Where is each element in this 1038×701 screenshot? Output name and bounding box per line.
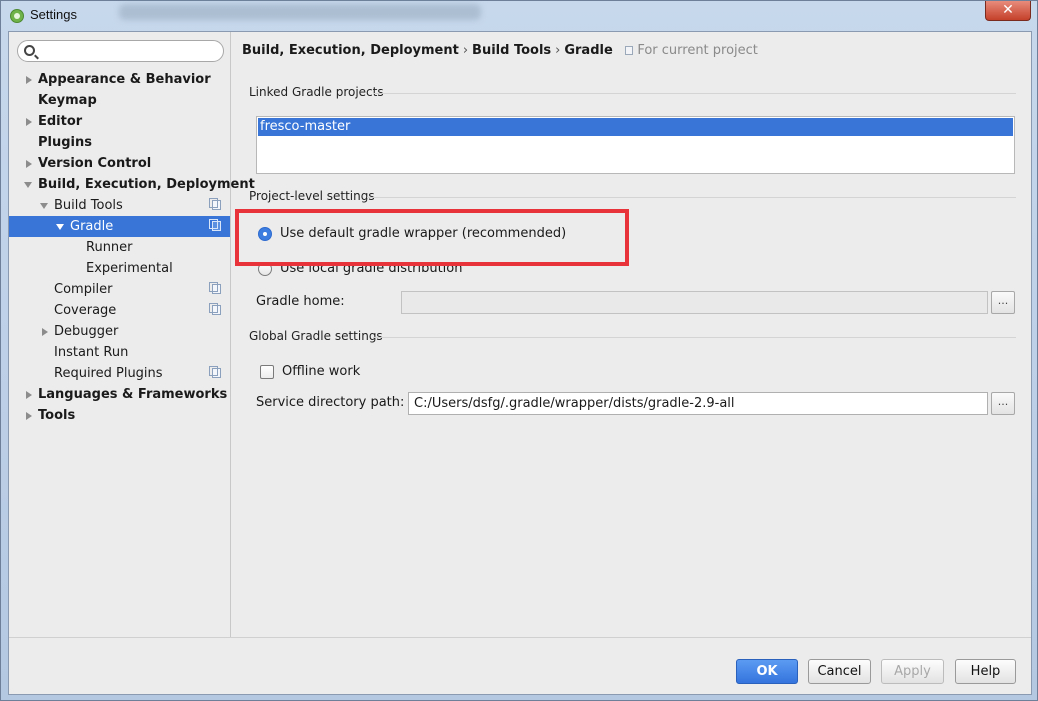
sidebar-item-required-plugins[interactable]: Required Plugins bbox=[9, 363, 230, 384]
gradle-home-label: Gradle home: bbox=[256, 294, 345, 309]
dialog-button-bar: OK Cancel Apply Help bbox=[9, 637, 1031, 694]
sidebar-item-tools[interactable]: Tools bbox=[9, 405, 230, 426]
expand-arrow-icon[interactable] bbox=[26, 412, 32, 420]
expand-arrow-icon[interactable] bbox=[42, 328, 48, 336]
project-scope-icon bbox=[209, 219, 221, 231]
section-divider bbox=[373, 93, 1016, 94]
settings-sidebar: Appearance & Behavior Keymap Editor Plug… bbox=[9, 32, 255, 637]
sidebar-item-label: Debugger bbox=[54, 324, 119, 339]
sidebar-item-label: Runner bbox=[86, 240, 133, 255]
sidebar-item-label: Compiler bbox=[54, 282, 113, 297]
section-divider bbox=[367, 197, 1016, 198]
linked-projects-list[interactable]: fresco-master bbox=[256, 116, 1015, 174]
gradle-home-field[interactable] bbox=[401, 291, 988, 314]
sidebar-item-instant-run[interactable]: Instant Run bbox=[9, 342, 230, 363]
android-studio-icon bbox=[10, 9, 24, 23]
scope-note-text: For current project bbox=[637, 43, 758, 58]
search-box[interactable] bbox=[17, 40, 224, 62]
sidebar-item-label: Languages & Frameworks bbox=[38, 387, 228, 402]
breadcrumb-separator: › bbox=[555, 43, 561, 58]
sidebar-item-coverage[interactable]: Coverage bbox=[9, 300, 230, 321]
sidebar-item-compiler[interactable]: Compiler bbox=[9, 279, 230, 300]
sidebar-item-runner[interactable]: Runner bbox=[9, 237, 230, 258]
sidebar-item-appearance-behavior[interactable]: Appearance & Behavior bbox=[9, 69, 230, 90]
section-divider bbox=[373, 337, 1016, 338]
service-dir-browse-button[interactable]: ... bbox=[991, 392, 1015, 415]
checkbox-label: Offline work bbox=[282, 364, 361, 379]
search-input[interactable] bbox=[40, 43, 218, 59]
settings-window: Settings ✕ Appearance & Behavior Keymap … bbox=[0, 0, 1038, 701]
highlight-annotation bbox=[235, 209, 629, 266]
project-scope-icon bbox=[209, 366, 221, 378]
service-dir-field[interactable]: C:/Users/dsfg/.gradle/wrapper/dists/grad… bbox=[408, 392, 988, 415]
sidebar-item-build-tools[interactable]: Build Tools bbox=[9, 195, 230, 216]
sidebar-item-label: Tools bbox=[38, 408, 76, 423]
sidebar-item-keymap[interactable]: Keymap bbox=[9, 90, 230, 111]
settings-content: Build, Execution, Deployment › Build Tools… bbox=[232, 32, 1032, 637]
global-settings-title: Global Gradle settings bbox=[249, 329, 383, 343]
sidebar-item-label: Required Plugins bbox=[54, 366, 163, 381]
sidebar-item-label: Plugins bbox=[38, 135, 92, 150]
help-button[interactable]: Help bbox=[955, 659, 1016, 684]
sidebar-item-editor[interactable]: Editor bbox=[9, 111, 230, 132]
linked-projects-title: Linked Gradle projects bbox=[249, 85, 384, 99]
search-icon bbox=[24, 45, 35, 56]
offline-work-checkbox[interactable] bbox=[260, 365, 274, 379]
sidebar-item-label: Build, Execution, Deployment bbox=[38, 177, 255, 192]
breadcrumb: Build, Execution, Deployment › Build Tools… bbox=[242, 43, 758, 58]
sidebar-item-debugger[interactable]: Debugger bbox=[9, 321, 230, 342]
sidebar-item-label: Keymap bbox=[38, 93, 97, 108]
sidebar-item-gradle[interactable]: Gradle bbox=[9, 216, 230, 237]
expand-arrow-icon[interactable] bbox=[26, 391, 32, 399]
project-scope-icon bbox=[209, 303, 221, 315]
list-item[interactable]: fresco-master bbox=[258, 118, 1013, 136]
title-bar[interactable]: Settings ✕ bbox=[1, 1, 1037, 31]
sidebar-item-label: Coverage bbox=[54, 303, 117, 318]
expand-arrow-icon[interactable] bbox=[26, 160, 32, 168]
sidebar-item-languages-frameworks[interactable]: Languages & Frameworks bbox=[9, 384, 230, 405]
scope-note: For current project bbox=[625, 43, 758, 58]
sidebar-item-build-execution-deployment[interactable]: Build, Execution, Deployment bbox=[9, 174, 255, 195]
cancel-button[interactable]: Cancel bbox=[808, 659, 871, 684]
project-scope-icon bbox=[209, 282, 221, 294]
expand-arrow-icon[interactable] bbox=[26, 118, 32, 126]
ok-button[interactable]: OK bbox=[736, 659, 798, 684]
close-button[interactable]: ✕ bbox=[985, 1, 1031, 21]
window-title: Settings bbox=[30, 7, 77, 22]
collapse-arrow-icon[interactable] bbox=[24, 182, 32, 188]
project-scope-icon bbox=[625, 46, 634, 55]
breadcrumb-item: Gradle bbox=[564, 43, 613, 58]
project-scope-icon bbox=[209, 198, 221, 210]
collapse-arrow-icon[interactable] bbox=[40, 203, 48, 209]
sidebar-item-plugins[interactable]: Plugins bbox=[9, 132, 230, 153]
sidebar-item-label: Editor bbox=[38, 114, 83, 129]
gradle-home-browse-button[interactable]: ... bbox=[991, 291, 1015, 314]
project-settings-title: Project-level settings bbox=[249, 189, 375, 203]
sidebar-item-label: Instant Run bbox=[54, 345, 129, 360]
sidebar-item-label: Experimental bbox=[86, 261, 173, 276]
collapse-arrow-icon[interactable] bbox=[56, 224, 64, 230]
sidebar-item-experimental[interactable]: Experimental bbox=[9, 258, 230, 279]
breadcrumb-item: Build, Execution, Deployment bbox=[242, 43, 459, 58]
apply-button[interactable]: Apply bbox=[881, 659, 944, 684]
sidebar-item-label: Gradle bbox=[70, 219, 114, 234]
sidebar-item-label: Appearance & Behavior bbox=[38, 72, 211, 87]
service-dir-label: Service directory path: bbox=[256, 395, 405, 410]
expand-arrow-icon[interactable] bbox=[26, 76, 32, 84]
sidebar-item-label: Build Tools bbox=[54, 198, 123, 213]
dialog-body: Appearance & Behavior Keymap Editor Plug… bbox=[8, 31, 1032, 695]
blurred-title-region bbox=[119, 4, 481, 20]
sidebar-item-label: Version Control bbox=[38, 156, 152, 171]
breadcrumb-item: Build Tools bbox=[472, 43, 552, 58]
sidebar-item-version-control[interactable]: Version Control bbox=[9, 153, 230, 174]
breadcrumb-separator: › bbox=[462, 43, 469, 58]
